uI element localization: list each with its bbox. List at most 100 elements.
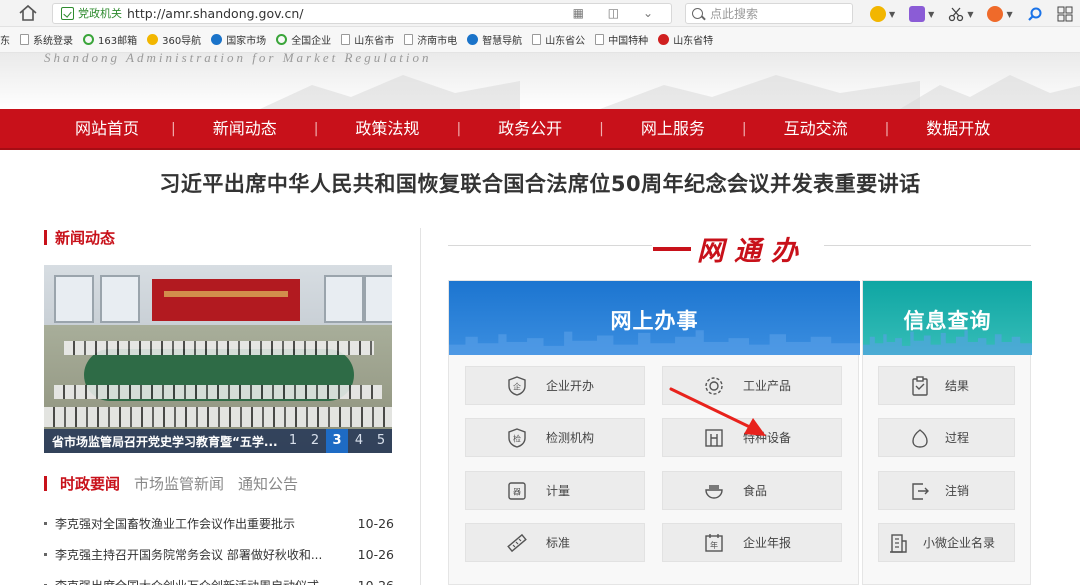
info-query-button[interactable]: 过程 [878, 418, 1015, 457]
info-query-header: 信息查询 [863, 281, 1032, 355]
scissors-icon[interactable] [948, 6, 964, 22]
svg-text:检: 检 [513, 433, 521, 443]
online-service-button[interactable]: 标准 [465, 523, 645, 562]
gear-icon [703, 375, 725, 397]
service-label: 标准 [546, 536, 571, 550]
carousel-page-5[interactable]: 5 [370, 429, 392, 453]
news-title[interactable]: 李克强对全国畜牧渔业工作会议作出重要批示 [55, 515, 337, 532]
service-label: 小微企业名录 [923, 536, 996, 550]
chevron-down-icon[interactable]: ▼ [928, 10, 934, 19]
headline-link[interactable]: 习近平出席中华人民共和国恢复联合国合法席位50周年纪念会议并发表重要讲话 [0, 168, 1080, 198]
bookmark-item[interactable]: 系统登录 [20, 32, 73, 47]
online-service-title[interactable]: 网上办事 [449, 305, 860, 335]
chevron-down-icon[interactable]: ▼ [889, 10, 895, 19]
online-service-button[interactable]: 企 企业开办 [465, 366, 645, 405]
nav-item-news[interactable]: 新闻动态 [176, 108, 314, 149]
info-query-button[interactable]: 小微企业名录 [878, 523, 1015, 562]
bookmark-item[interactable]: 山东省公 [532, 32, 585, 47]
bookmark-round-icon [211, 34, 223, 45]
nav-item-affairs[interactable]: 政务公开 [461, 108, 599, 149]
online-service-button[interactable]: 食品 [662, 471, 842, 510]
bookmark-item[interactable]: 智慧导航 [467, 32, 522, 47]
bookmark-label: 全国企业 [291, 36, 332, 47]
carousel-page-4[interactable]: 4 [348, 429, 370, 453]
info-query-button[interactable]: 结果 [878, 366, 1015, 405]
news-section-title[interactable]: 新闻动态 [44, 227, 115, 248]
url-text[interactable]: http://amr.shandong.gov.cn/ [127, 6, 304, 22]
tab-market-news[interactable]: 市场监管新闻 [134, 473, 224, 494]
banner-subtitle: Shandong Administration for Market Regul… [44, 53, 432, 65]
bookmark-page-icon [404, 34, 414, 45]
nav-item-policy[interactable]: 政策法规 [318, 108, 456, 149]
service-label: 企业年报 [743, 536, 792, 550]
nav-item-home[interactable]: 网站首页 [43, 108, 171, 149]
chevron-down-icon[interactable]: ▼ [1006, 10, 1012, 19]
online-service-button[interactable]: 检 检测机构 [465, 418, 645, 457]
bookmark-round-icon [467, 34, 479, 45]
bookmark-item[interactable]: 山东省市 [341, 32, 394, 47]
bullet-icon [44, 553, 47, 556]
carousel-page-2[interactable]: 2 [304, 429, 326, 453]
ruler-icon [506, 532, 528, 554]
news-title[interactable]: 李克强出席全国大众创业万众创新活动周启动仪式 [55, 577, 337, 585]
bookmark-item[interactable]: 山东省特 [658, 32, 713, 47]
coin-extension-icon[interactable] [870, 6, 886, 22]
bookmark-item[interactable]: 东 [0, 32, 10, 47]
magnifier-icon[interactable] [1027, 6, 1043, 22]
bookmark-item[interactable]: 360导航 [147, 32, 201, 47]
address-bar-actions-icon[interactable]: ▦ ◫ ⌄ [573, 6, 663, 20]
bookmark-label: 山东省市 [354, 36, 395, 47]
service-label: 过程 [945, 431, 970, 445]
online-service-button[interactable]: 特种设备 [662, 418, 842, 457]
nav-item-open-data[interactable]: 数据开放 [889, 108, 1027, 149]
bookmark-label: 山东省特 [673, 36, 714, 47]
tab-current-affairs[interactable]: 时政要闻 [44, 473, 120, 494]
bullet-icon [44, 522, 47, 525]
online-service-button[interactable]: 器 计量 [465, 471, 645, 510]
news-date: 10-26 [358, 578, 394, 585]
carousel-page-1[interactable]: 1 [282, 429, 304, 453]
inspection-shield-icon: 检 [506, 427, 528, 449]
bookmark-item[interactable]: 163邮箱 [83, 32, 137, 47]
game-extension-icon[interactable] [987, 6, 1004, 22]
bookmark-label: 济南市电 [417, 36, 458, 47]
service-label: 企业开办 [546, 379, 595, 393]
carousel-caption[interactable]: 省市场监管局召开党史学习教育暨“五学... [44, 433, 278, 450]
special-equipment-icon [703, 427, 725, 449]
address-bar[interactable]: 党政机关 http://amr.shandong.gov.cn/ ▦ ◫ ⌄ [52, 3, 672, 24]
translate-extension-icon[interactable] [909, 6, 926, 22]
nav-item-online-service[interactable]: 网上服务 [604, 108, 742, 149]
bookmark-item[interactable]: 国家市场 [211, 32, 266, 47]
news-list-item[interactable]: 李克强对全国畜牧渔业工作会议作出重要批示 10-26 [44, 508, 394, 539]
service-label: 注销 [945, 484, 970, 498]
carousel-page-3[interactable]: 3 [326, 429, 348, 453]
browser-search-input[interactable]: 点此搜索 [685, 3, 853, 24]
online-service-button[interactable]: 年 企业年报 [662, 523, 842, 562]
process-icon [909, 427, 931, 449]
service-label: 检测机构 [546, 431, 595, 445]
nav-item-interaction[interactable]: 互动交流 [747, 108, 885, 149]
bookmark-item[interactable]: 全国企业 [276, 32, 331, 47]
browser-toolbar: 党政机关 http://amr.shandong.gov.cn/ ▦ ◫ ⌄ 点… [0, 0, 1080, 27]
search-icon [692, 8, 703, 19]
bookmark-item[interactable]: 济南市电 [404, 32, 457, 47]
bookmark-item[interactable]: 中国特种 [595, 32, 648, 47]
online-service-button[interactable]: 工业产品 [662, 366, 842, 405]
bookmark-page-icon [532, 34, 542, 45]
chevron-down-icon[interactable]: ▼ [967, 10, 973, 19]
info-query-title[interactable]: 信息查询 [863, 305, 1032, 335]
news-carousel[interactable]: 省市场监管局召开党史学习教育暨“五学... 12345 [44, 265, 392, 453]
info-query-button[interactable]: 注销 [878, 471, 1015, 510]
news-list-item[interactable]: 李克强主持召开国务院常务会议 部署做好秋收和... 10-26 [44, 539, 394, 570]
bookmark-yellow-icon [147, 34, 159, 45]
news-list-item[interactable]: 李克强出席全国大众创业万众创新活动周启动仪式 10-26 [44, 570, 394, 585]
home-icon[interactable] [18, 4, 38, 22]
news-title[interactable]: 李克强主持召开国务院常务会议 部署做好秋收和... [55, 546, 337, 563]
bookmark-page-icon [595, 34, 605, 45]
tab-notices[interactable]: 通知公告 [238, 473, 298, 494]
cancel-export-icon [909, 480, 931, 502]
annual-report-icon: 年 [703, 532, 725, 554]
grid-apps-icon[interactable] [1057, 6, 1073, 22]
bookmark-circle-icon [83, 34, 94, 45]
bookmark-label: 智慧导航 [482, 36, 523, 47]
